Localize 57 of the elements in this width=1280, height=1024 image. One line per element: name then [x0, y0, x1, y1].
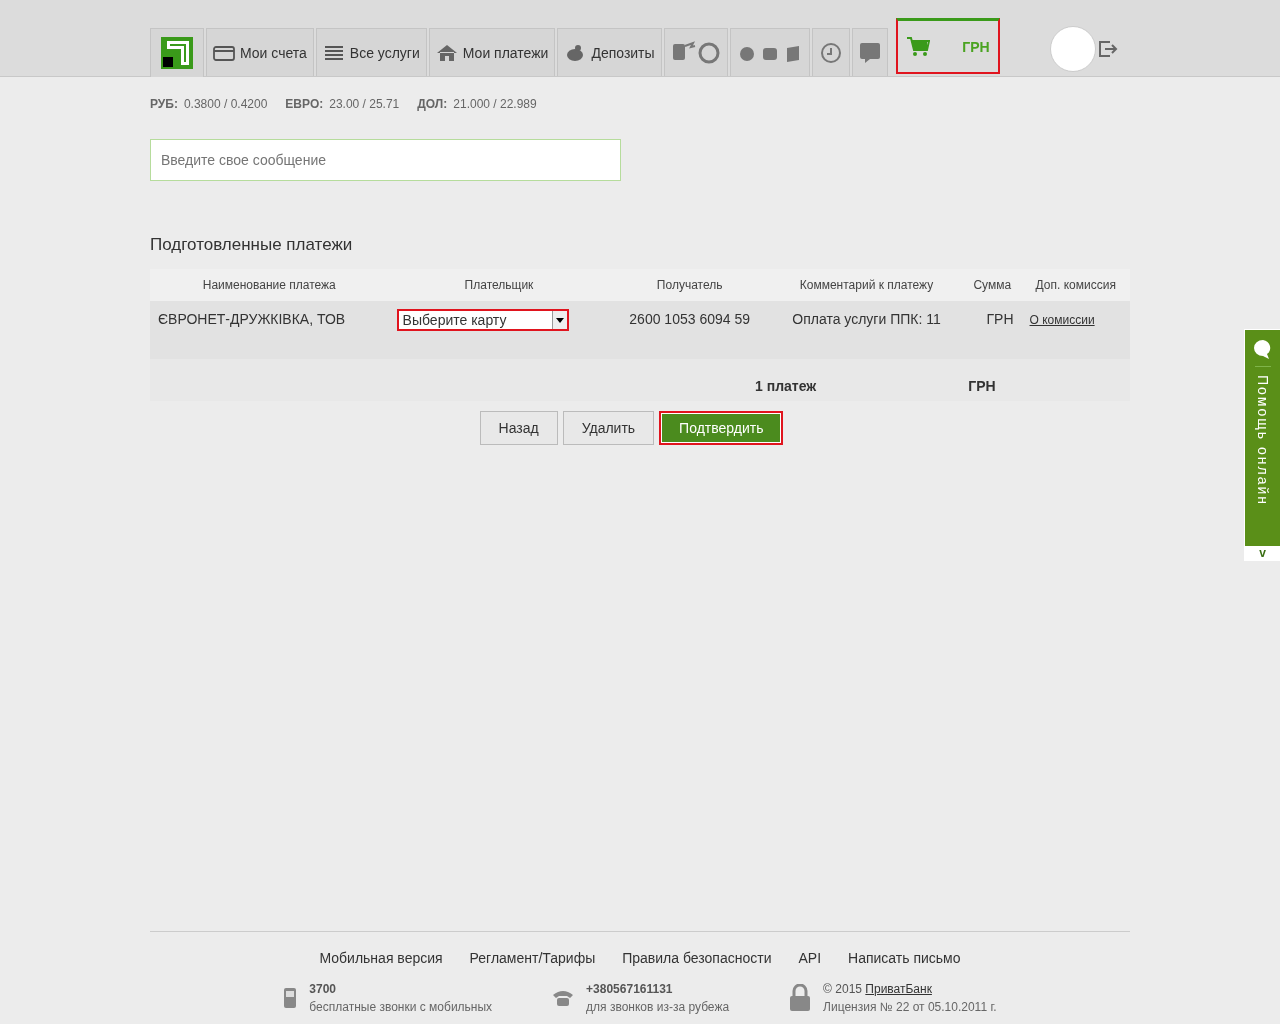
- rate-value: 23.00 / 25.71: [329, 97, 400, 111]
- footer-link[interactable]: Правила безопасности: [622, 950, 772, 966]
- column-header: Доп. комиссия: [1021, 269, 1130, 301]
- commission-link[interactable]: О комиссии: [1029, 313, 1095, 327]
- column-header: Комментарий к платежу: [769, 269, 964, 301]
- bank-logo[interactable]: [150, 28, 204, 77]
- travel-icons[interactable]: [663, 28, 728, 76]
- rate-label: ЕВРО:: [285, 97, 324, 111]
- total-currency: ГРН: [968, 378, 996, 394]
- clock-icon: [818, 40, 843, 65]
- column-header: Плательщик: [388, 269, 610, 301]
- action-button[interactable]: Назад: [479, 411, 558, 445]
- table-cell: ГРН: [963, 301, 1022, 359]
- lock-icon: [789, 984, 812, 1012]
- table-cell: 2600 1053 6094 59: [609, 301, 770, 359]
- apps-icons[interactable]: [729, 28, 810, 76]
- column-header: Сумма: [963, 269, 1022, 301]
- collapse-toggle[interactable]: v: [1245, 546, 1280, 560]
- rate-value: 0.3800 / 0.4200: [183, 97, 268, 111]
- nav-button[interactable]: Все услуги: [315, 28, 427, 76]
- total-count: 1 платеж: [755, 378, 817, 394]
- action-button[interactable]: Подтвердить: [659, 411, 784, 445]
- card-select[interactable]: Выберите карту: [396, 309, 569, 331]
- action-button[interactable]: Удалить: [562, 411, 655, 445]
- cart-icon: [905, 35, 930, 58]
- contact-number: 3700: [309, 982, 338, 996]
- bank-link[interactable]: ПриватБанк: [865, 982, 932, 996]
- nav-button[interactable]: Депозиты: [557, 28, 662, 76]
- rate-label: РУБ:: [150, 97, 178, 111]
- column-header: Получатель: [609, 269, 770, 301]
- help-button[interactable]: [851, 28, 888, 76]
- caret-icon: [555, 317, 564, 323]
- footer-link[interactable]: Написать письмо: [848, 950, 961, 966]
- section-title: Подготовленные платежи: [150, 235, 354, 255]
- table-cell: Оплата услуги ППК: 11: [769, 301, 964, 359]
- message-input[interactable]: Введите свое сообщение: [150, 139, 621, 181]
- house-icon: [435, 42, 458, 63]
- online-help-tab[interactable]: Помощь онлайн v: [1244, 329, 1280, 561]
- contact-number: +380567161131: [586, 982, 674, 996]
- help-icon: [858, 41, 881, 64]
- rate-value: 21.000 / 22.989: [453, 97, 537, 111]
- mobile-phone-icon: [283, 987, 298, 1009]
- table-cell: ЄВРОНЕТ-ДРУЖКІВКА, ТОВ: [150, 301, 389, 359]
- column-header: Наименование платежа: [150, 269, 389, 301]
- contact-note: бесплатные звонки с мобильных: [309, 1000, 493, 1014]
- nav-button[interactable]: Мои платежи: [428, 28, 556, 76]
- telephone-icon: [552, 989, 575, 1007]
- footer-link[interactable]: API: [798, 950, 822, 966]
- contact-note: Лицензия № 22 от 05.10.2011 г.: [823, 1000, 997, 1014]
- footer-link[interactable]: Мобильная версия: [319, 950, 443, 966]
- logout-icon[interactable]: [1097, 39, 1118, 59]
- history-button[interactable]: [811, 28, 850, 76]
- contact-note: для звонков из-за рубежа: [586, 1000, 730, 1014]
- rate-label: ДОЛ:: [417, 97, 448, 111]
- nav-button[interactable]: Мои счета: [206, 28, 314, 76]
- footer-link[interactable]: Регламент/Тарифы: [469, 950, 596, 966]
- copyright-text: © 2015: [823, 982, 862, 996]
